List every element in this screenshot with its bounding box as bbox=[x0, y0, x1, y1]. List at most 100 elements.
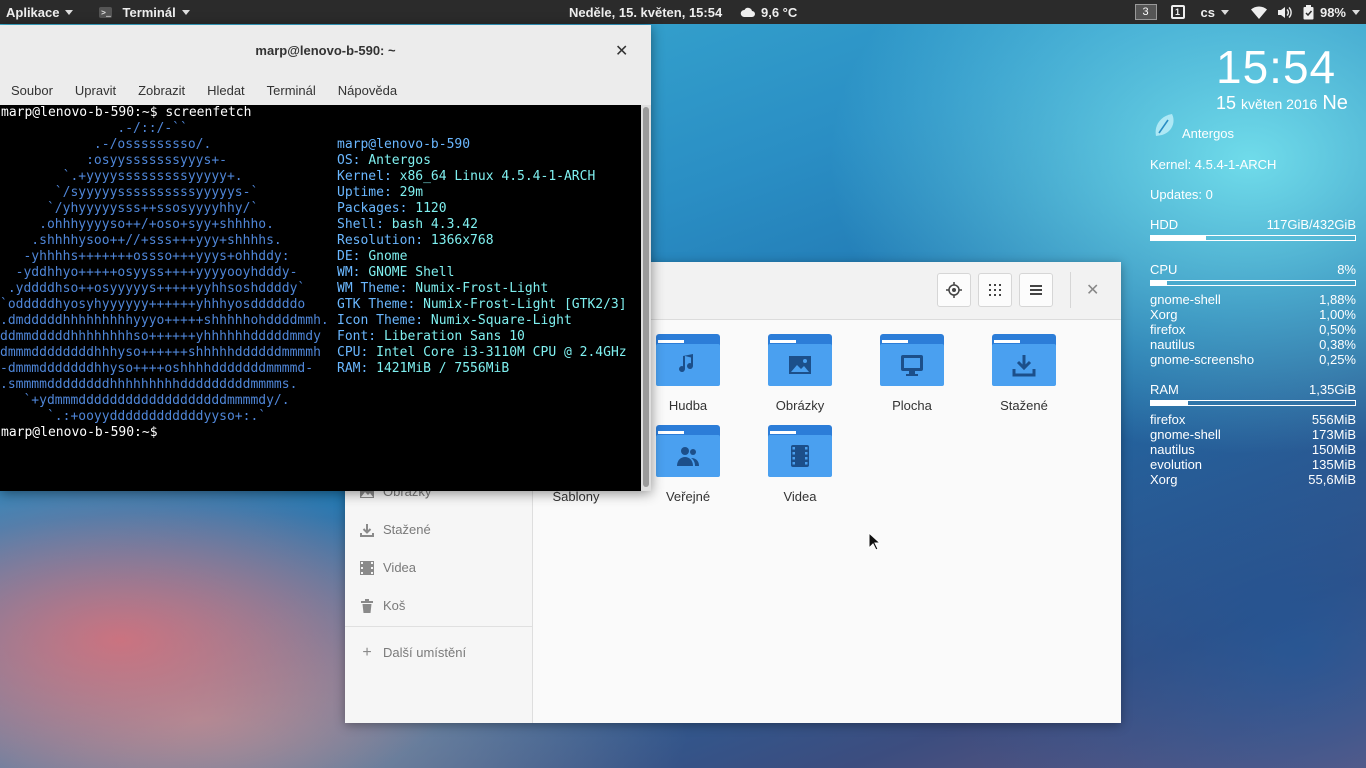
applications-menu[interactable]: Aplikace bbox=[0, 0, 79, 24]
info-value: GNOME Shell bbox=[368, 265, 455, 280]
sidebar-item-videos[interactable]: Videa bbox=[359, 560, 416, 575]
ascii-line: .-/::/-`` bbox=[0, 121, 188, 136]
cloud-icon bbox=[740, 7, 755, 17]
ascii-line: -yddhhyo+++++osyyss++++yyyyooyhdddy- bbox=[0, 265, 298, 280]
app-menu-label: Terminál bbox=[122, 4, 176, 20]
location-button[interactable] bbox=[937, 273, 971, 307]
sidebar-item-trash[interactable]: Koš bbox=[359, 598, 405, 613]
sidebar-item-downloads[interactable]: Stažené bbox=[359, 522, 431, 537]
info-key: Kernel: bbox=[337, 169, 400, 184]
system-menu[interactable]: 98% bbox=[1245, 4, 1366, 20]
ascii-line: .shhhhysoo++//+sss+++yyy+shhhhs. bbox=[0, 233, 282, 248]
info-value: Numix-Frost-Light [GTK2/3] bbox=[423, 297, 627, 312]
chevron-down-icon bbox=[1352, 9, 1360, 15]
folder-item[interactable]: Hudba bbox=[638, 334, 738, 413]
ram-label: RAM bbox=[1150, 382, 1179, 397]
weather-indicator[interactable]: 9,6 °C bbox=[740, 0, 797, 24]
hdd-value: 117GiB/432GiB bbox=[1266, 217, 1356, 232]
process-value: 135MiB bbox=[1311, 457, 1356, 472]
info-key: Uptime: bbox=[337, 185, 400, 200]
process-name: Xorg bbox=[1150, 472, 1178, 487]
process-name: gnome-screensho bbox=[1150, 352, 1255, 367]
folder-item[interactable]: Plocha bbox=[862, 334, 962, 413]
ascii-line: dmmmddddddddhhhyso++++++shhhhhddddddmmmm… bbox=[0, 345, 321, 360]
clock[interactable]: Neděle, 15. květen, 15:54 bbox=[569, 0, 722, 24]
hdd-bar-fill bbox=[1151, 236, 1207, 240]
ascii-line: .ohhhyyyyso++/+oso+syy+shhhho. bbox=[0, 217, 274, 232]
process-value: 173MiB bbox=[1311, 427, 1356, 442]
language-selector[interactable]: cs bbox=[1195, 5, 1235, 20]
ram-process-row: gnome-shell 173MiB bbox=[1150, 427, 1356, 442]
info-key: WM Theme: bbox=[337, 281, 416, 296]
cpu-bar-fill bbox=[1151, 281, 1168, 285]
menu-hledat[interactable]: Hledat bbox=[196, 83, 256, 98]
info-value: Liberation Sans 10 bbox=[383, 329, 525, 344]
info-value: 1421MiB / 7556MiB bbox=[376, 361, 510, 376]
ram-process-row: Xorg 55,6MiB bbox=[1150, 472, 1356, 487]
process-value: 556MiB bbox=[1311, 412, 1356, 427]
process-value: 1,00% bbox=[1319, 307, 1356, 322]
info-value: marp@lenovo-b-590 bbox=[337, 137, 471, 152]
folder-label: Videa bbox=[783, 489, 817, 504]
cpu-value: 8% bbox=[1337, 262, 1356, 277]
info-line: Kernel: x86_64 Linux 4.5.4-1-ARCH bbox=[337, 169, 627, 185]
ascii-art: .-/::/-`` .-/osssssssso/. :osyysssssssyy… bbox=[0, 121, 330, 425]
folder-label: Obrázky bbox=[775, 398, 825, 413]
folder-label: Hudba bbox=[668, 398, 708, 413]
info-value: Gnome bbox=[368, 249, 408, 264]
menu-button[interactable] bbox=[1019, 273, 1053, 307]
folder-item[interactable]: Videa bbox=[750, 425, 850, 504]
cpu-label: CPU bbox=[1150, 262, 1178, 277]
conky-updates: Updates: 0 bbox=[1150, 187, 1356, 202]
menu-zobrazit[interactable]: Zobrazit bbox=[127, 83, 196, 98]
menu-soubor[interactable]: Soubor bbox=[0, 83, 64, 98]
close-icon[interactable]: ✕ bbox=[615, 41, 628, 61]
conky-weekday: Ne bbox=[1322, 92, 1348, 114]
workspace-indicator[interactable]: 3 bbox=[1134, 4, 1157, 20]
info-value: Numix-Square-Light bbox=[430, 313, 572, 328]
cpu-process-row: Xorg 1,00% bbox=[1150, 307, 1356, 322]
hamburger-icon bbox=[1030, 285, 1042, 295]
ascii-line: `+ydmmmdddddddddddddddddddmmmmdy/. bbox=[0, 393, 290, 408]
ascii-line: `.+yyyysssssssssyyyyy+. bbox=[0, 169, 243, 184]
menu-upravit[interactable]: Upravit bbox=[64, 83, 127, 98]
info-line: marp@lenovo-b-590 bbox=[337, 137, 627, 153]
ascii-line: ddmmdddddhhhhhhhhso++++++yhhhhhhdddddmmd… bbox=[0, 329, 321, 344]
terminal-output[interactable]: marp@lenovo-b-590:~$ screenfetch .-/::/-… bbox=[0, 105, 641, 491]
info-key: OS: bbox=[337, 153, 369, 168]
menu-napoveda[interactable]: Nápověda bbox=[327, 83, 408, 98]
scrollbar-thumb[interactable] bbox=[643, 107, 649, 487]
info-line: Shell: bash 4.3.42 bbox=[337, 217, 627, 233]
process-name: gnome-shell bbox=[1150, 292, 1221, 307]
conky-time: 15:54 bbox=[1216, 41, 1337, 93]
menu-terminal[interactable]: Terminál bbox=[256, 83, 327, 98]
keyboard-layout-icon[interactable]: 1 bbox=[1170, 5, 1185, 19]
folder-item[interactable]: Obrázky bbox=[750, 334, 850, 413]
top-bar: Aplikace >_ Terminál Neděle, 15. květen,… bbox=[0, 0, 1366, 24]
terminal-window: marp@lenovo-b-590: ~ ✕ Soubor Upravit Zo… bbox=[0, 25, 651, 491]
sidebar-item-label: Další umístění bbox=[383, 645, 467, 660]
folder-icon bbox=[992, 334, 1056, 386]
updates-label: Updates: 0 bbox=[1150, 187, 1213, 202]
chevron-down-icon bbox=[65, 9, 74, 15]
volume-icon bbox=[1277, 6, 1292, 18]
ram-process-row: evolution 135MiB bbox=[1150, 457, 1356, 472]
process-name: firefox bbox=[1150, 322, 1186, 337]
chevron-down-icon bbox=[181, 9, 190, 15]
info-line: Packages: 1120 bbox=[337, 201, 627, 217]
process-value: 0,25% bbox=[1319, 352, 1356, 367]
info-key: RAM: bbox=[337, 361, 377, 376]
close-icon[interactable]: ✕ bbox=[1086, 280, 1099, 300]
grid-view-button[interactable] bbox=[978, 273, 1012, 307]
ram-bar-fill bbox=[1151, 401, 1188, 405]
terminal-icon: >_ bbox=[99, 6, 113, 18]
sidebar-item-other-locations[interactable]: + Další umístění bbox=[359, 644, 467, 661]
app-menu[interactable]: >_ Terminál bbox=[93, 0, 195, 24]
info-key: Icon Theme: bbox=[337, 313, 431, 328]
ascii-line: `odddddhyosyhyyyyyy++++++yhhhyosddddddo bbox=[0, 297, 306, 312]
folder-item[interactable]: Veřejné bbox=[638, 425, 738, 504]
folder-item[interactable]: Stažené bbox=[974, 334, 1074, 413]
ascii-line: .dmdddddhhhhhhhhhyyyo+++++shhhhhohddddmm… bbox=[0, 313, 329, 328]
header-separator bbox=[1070, 272, 1071, 308]
sidebar-separator bbox=[345, 626, 532, 627]
